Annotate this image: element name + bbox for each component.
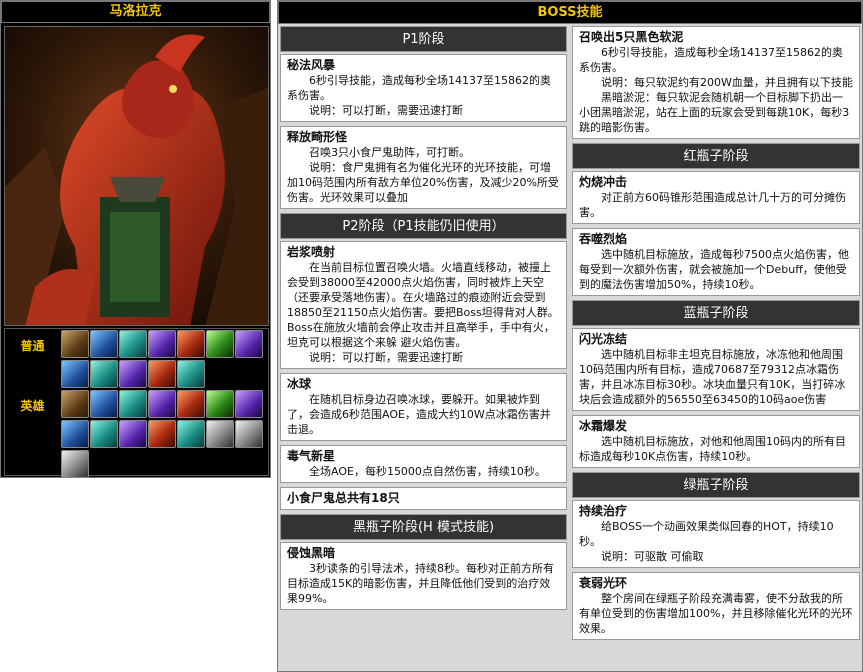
loot-item-icon[interactable]: [148, 390, 176, 418]
loot-item-icon[interactable]: [148, 420, 176, 448]
loot-item-icon[interactable]: [90, 360, 118, 388]
skill-description: 给BOSS一个动画效果类似回春的HOT，持续10秒。: [579, 520, 834, 548]
skill-description: 说明：可以打断，需要迅速打断: [309, 351, 463, 364]
skill-title: 冰球: [287, 377, 312, 391]
heroic-mode-label: 英雄: [20, 399, 45, 413]
loot-item-icon[interactable]: [206, 330, 234, 358]
boss-skills-panel: BOSS技能 P1阶段秘法风暴 6秒引导技能，造成每秒全场14137至15862的…: [277, 0, 863, 672]
boss-portrait: [4, 26, 269, 326]
phase-header: P1阶段: [280, 26, 567, 52]
skill-box: 毒气新星全场AOE，每秒15000点自然伤害，持续10秒。: [280, 445, 567, 483]
loot-item-icon[interactable]: [235, 390, 263, 418]
loot-item-icon[interactable]: [90, 330, 118, 358]
skill-title: 释放畸形怪: [287, 130, 348, 144]
normal-mode-label: 普通: [20, 339, 45, 353]
skill-box: 冰球在随机目标身边召唤冰球，要躲开。如果被炸到了，会造成6秒范围AOE，造成大约…: [280, 373, 567, 441]
boss-name-header: 马洛拉克: [1, 1, 270, 23]
phase-header: P2阶段（P1技能仍旧使用）: [280, 213, 567, 239]
loot-item-icon[interactable]: [235, 330, 263, 358]
loot-item-icon[interactable]: [90, 420, 118, 448]
loot-item-icon[interactable]: [177, 420, 205, 448]
skill-title: 吞噬烈焰: [579, 232, 628, 246]
phase-header: 绿瓶子阶段: [572, 472, 860, 498]
boss-skills-header: BOSS技能: [278, 1, 862, 24]
skill-box: 衰弱光环整个房间在绿瓶子阶段充满毒雾，使不分敌我的所有单位受到的伤害增加100%…: [572, 572, 860, 640]
skill-description: 对正前方60码锥形范围造成总计几十万的可分摊伤害。: [579, 191, 846, 219]
skill-description: 说明：食尸鬼拥有名为催化光环的光环技能，可增加10码范围内所有敌方单位20%伤害…: [287, 161, 559, 204]
loot-item-icon[interactable]: [61, 450, 89, 478]
skill-title: 召唤出5只黑色软泥: [579, 30, 684, 44]
phase-header: 黑瓶子阶段(H 模式技能): [280, 514, 567, 540]
skill-box: 闪光冻结选中随机目标非主坦克目标施放，冰冻他和他周围10码范围内所有目标，造成7…: [572, 328, 860, 411]
loot-item-icon[interactable]: [119, 420, 147, 448]
skill-description: 选中随机目标施放，造成每秒7500点火焰伤害，他每受到一次额外伤害，就会被施加一…: [579, 248, 849, 291]
skill-box: 持续治疗给BOSS一个动画效果类似回春的HOT，持续10秒。说明：可驱散 可偷取: [572, 500, 860, 568]
loot-item-icon[interactable]: [148, 330, 176, 358]
loot-item-icon[interactable]: [177, 330, 205, 358]
skill-box: 释放畸形怪召唤3只小食尸鬼助阵，可打断。说明：食尸鬼拥有名为催化光环的光环技能，…: [280, 126, 567, 209]
skill-box: 吞噬烈焰选中随机目标施放，造成每秒7500点火焰伤害，他每受到一次额外伤害，就会…: [572, 228, 860, 296]
skill-box: 秘法风暴 6秒引导技能，造成每秒全场14137至15862的奥系伤害。说明：可以打…: [280, 54, 567, 122]
skill-description: 说明：每只软泥约有200W血量，并且拥有以下技能: [601, 76, 853, 89]
heroic-loot-items: [61, 389, 271, 479]
loot-table: 普通 英雄: [4, 328, 271, 479]
loot-item-icon[interactable]: [61, 390, 89, 418]
loot-item-icon[interactable]: [206, 420, 234, 448]
skill-box: 侵蚀黑暗 3秒读条的引导法术，持续8秒。每秒对正前方所有目标造成15K的暗影伤害，…: [280, 542, 567, 610]
loot-item-icon[interactable]: [177, 360, 205, 388]
skill-description: 选中随机目标非主坦克目标施放，冰冻他和他周围10码范围内所有目标，造成70687…: [579, 348, 846, 406]
skill-description: 6秒引导技能，造成每秒全场14137至15862的奥系伤害。: [287, 74, 551, 102]
boss-portrait-image: [5, 27, 268, 325]
skill-title: 侵蚀黑暗: [287, 546, 336, 560]
skill-description: 召唤3只小食尸鬼助阵，可打断。: [309, 146, 470, 159]
loot-item-icon[interactable]: [61, 420, 89, 448]
skill-title: 岩浆喷射: [287, 245, 336, 259]
phase-header: 蓝瓶子阶段: [572, 300, 860, 326]
loot-item-icon[interactable]: [61, 330, 89, 358]
skills-column-left: P1阶段秘法风暴 6秒引导技能，造成每秒全场14137至15862的奥系伤害。说明…: [280, 26, 567, 614]
skill-description: 黑暗淤泥：每只软泥会随机朝一个目标脚下扔出一小团黑暗淤泥，站在上面的玩家会受到每…: [579, 91, 850, 134]
loot-item-icon[interactable]: [148, 360, 176, 388]
skill-title: 持续治疗: [579, 504, 628, 518]
skill-box: 召唤出5只黑色软泥 6秒引导技能，造成每秒全场14137至15862的奥系伤害。说…: [572, 26, 860, 139]
loot-item-icon[interactable]: [119, 360, 147, 388]
skill-title: 秘法风暴: [287, 58, 336, 72]
skill-title: 衰弱光环: [579, 576, 628, 590]
skill-description: 说明：可驱散 可偷取: [601, 550, 704, 563]
loot-item-icon[interactable]: [90, 390, 118, 418]
skill-box: 小食尸鬼总共有18只: [280, 487, 567, 510]
skill-description: 6秒引导技能，造成每秒全场14137至15862的奥系伤害。: [579, 46, 843, 74]
skill-description: 在随机目标身边召唤冰球，要躲开。如果被炸到了，会造成6秒范围AOE，造成大约10…: [287, 393, 551, 436]
skill-title: 闪光冻结: [579, 332, 628, 346]
skill-box: 冰霜爆发选中随机目标施放，对他和他周围10码内的所有目标造成每秒10K点伤害，持…: [572, 415, 860, 468]
skill-box: 灼烧冲击对正前方60码锥形范围造成总计几十万的可分摊伤害。: [572, 171, 860, 224]
skill-title: 灼烧冲击: [579, 175, 628, 189]
skill-description: 全场AOE，每秒15000点自然伤害，持续10秒。: [309, 465, 546, 478]
loot-item-icon[interactable]: [61, 360, 89, 388]
phase-header: 红瓶子阶段: [572, 143, 860, 169]
loot-item-icon[interactable]: [177, 390, 205, 418]
skill-description: 选中随机目标施放，对他和他周围10码内的所有目标造成每秒10K点伤害，持续10秒…: [579, 435, 846, 463]
loot-item-icon[interactable]: [119, 330, 147, 358]
skill-description: 3秒读条的引导法术，持续8秒。每秒对正前方所有目标造成15K的暗影伤害，并且降低…: [287, 562, 554, 605]
normal-loot-items: [61, 329, 271, 389]
skill-box: 岩浆喷射在当前目标位置召唤火墙。火墙直线移动，被撞上会受到38000至42000…: [280, 241, 567, 369]
loot-item-icon[interactable]: [119, 390, 147, 418]
skill-title: 小食尸鬼总共有18只: [287, 491, 400, 505]
loot-item-icon[interactable]: [206, 390, 234, 418]
skill-title: 冰霜爆发: [579, 419, 628, 433]
skill-title: 毒气新星: [287, 449, 336, 463]
skill-description: 在当前目标位置召唤火墙。火墙直线移动，被撞上会受到38000至42000点火焰伤…: [287, 261, 559, 349]
loot-item-icon[interactable]: [235, 420, 263, 448]
boss-info-panel: 马洛拉克 普通 英雄: [0, 0, 271, 478]
skill-description: 整个房间在绿瓶子阶段充满毒雾，使不分敌我的所有单位受到的伤害增加100%，并且移…: [579, 592, 853, 635]
skill-description: 说明：可以打断，需要迅速打断: [309, 104, 463, 117]
skills-column-right: 召唤出5只黑色软泥 6秒引导技能，造成每秒全场14137至15862的奥系伤害。说…: [572, 26, 860, 644]
